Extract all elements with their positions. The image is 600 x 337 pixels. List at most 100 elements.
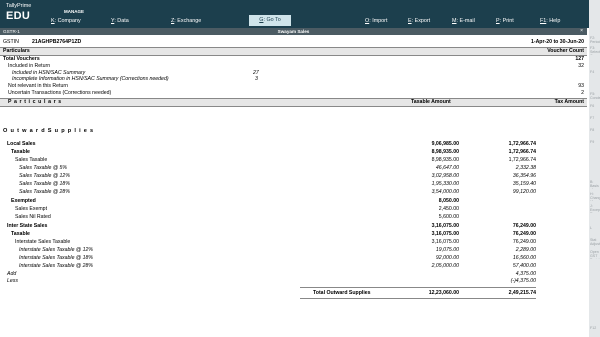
menu-company[interactable]: K: Company [51,18,81,24]
menu-print[interactable]: P: Print [496,18,514,24]
menu-import[interactable]: O: Import [365,18,387,24]
supply-label: Interstate Sales Taxable [15,239,71,245]
supply-row[interactable]: Sales Taxable @ 18% 1,95,330.00 35,159.4… [0,181,587,188]
voucher-label: Included in Return [8,63,51,69]
tax-amount: 1,72,966.74 [508,149,536,155]
voucher-row[interactable]: Uncertain Transactions (Corrections need… [0,90,587,97]
tax-amount: 4,375.00 [515,271,536,277]
taxable-amount: 3,16,075.00 [431,223,459,229]
taxable-amount: 19,075.00 [435,247,459,253]
supply-row[interactable]: Sales Taxable 8,98,935.00 1,72,966.74 [0,157,587,164]
voucher-row[interactable]: Total Vouchers 127 [0,56,587,63]
f9-button[interactable]: F9 [589,140,600,149]
brand-logo: TallyPrime EDU [6,3,31,22]
period-button[interactable]: F2: Period [589,36,600,45]
taxable-amount: 3,16,075.00 [431,231,459,237]
total-tax: 2,49,215.74 [508,290,536,296]
change-view-button[interactable]: H: Change View [589,192,600,201]
supply-label: Sales Taxable [15,157,48,163]
supply-row[interactable]: Less (-)4,375.00 [0,278,587,285]
supply-row[interactable]: Interstate Sales Taxable @ 28% 2,05,000.… [0,263,587,270]
supply-label: Sales Taxable @ 5% [19,165,68,171]
total-label: Total Outward Supplies [313,290,371,296]
menu-export[interactable]: E: Export [408,18,430,24]
supply-row[interactable]: Sales Taxable @ 12% 3,02,958.00 36,354.9… [0,173,587,180]
tax-amount: 16,560.00 [512,255,536,261]
section-title-text: O u t w a r d S u p p l i e s [3,128,94,134]
supply-row[interactable]: Interstate Sales Taxable @ 12% 19,075.00… [0,247,587,254]
taxable-amount: 5,600.00 [438,214,459,220]
tax-amount: 57,400.00 [512,263,536,269]
supply-row[interactable]: Sales Taxable @ 5% 46,647.00 2,332.38 [0,165,587,172]
supply-row[interactable]: Local Sales 9,06,985.00 1,72,966.74 [0,141,587,148]
supply-label: Sales Taxable @ 18% [19,181,70,187]
voucher-value: 32 [578,63,584,69]
l-button[interactable]: L [589,226,600,235]
stat-adjustment-button[interactable]: Stat Adjustment [589,238,600,247]
f12-button[interactable]: F12 [589,326,600,335]
supply-label: Interstate Sales Taxable @ 28% [19,263,93,269]
voucher-row[interactable]: Included in Return 32 [0,63,587,70]
f4-button[interactable]: F4 [589,70,600,79]
voucher-row[interactable]: Not relevant in this Return 93 [0,83,587,90]
voucher-label: Total Vouchers [3,56,40,62]
supply-row[interactable]: Inter State Sales 3,16,075.00 76,249.00 [0,223,587,230]
open-gst-portal-button[interactable]: Open GST Portal [589,250,600,259]
basis-of-values-button[interactable]: B: Basis of Values [589,180,600,189]
supplies-header: P a r t i c u l a r s Taxable Amount Tax… [0,99,587,106]
f8-button[interactable]: F8 [589,128,600,137]
tax-amount: 1,72,966.74 [508,141,536,147]
total-row[interactable]: Total Outward Supplies 12,23,060.00 2,49… [0,290,587,297]
menu-goto[interactable]: G: Go To [249,15,291,26]
supply-row[interactable]: Taxable 8,98,935.00 1,72,966.74 [0,149,587,156]
taxable-amount: 8,050.00 [438,198,459,204]
voucher-row[interactable]: Incomplete Information in HSN/SAC Summar… [0,76,587,83]
taxable-amount: 46,647.00 [435,165,459,171]
menu-email[interactable]: M: E-mail [452,18,475,24]
supply-label: Taxable [11,149,30,155]
f6-button[interactable]: F6 [589,104,600,113]
select-company-button[interactable]: F3: Select Company [589,46,600,55]
supply-label: Interstate Sales Taxable @ 12% [19,247,93,253]
tax-amount: (-)4,375.00 [510,278,536,284]
voucher-label: Uncertain Transactions (Corrections need… [8,90,112,96]
taxable-amount: 8,98,935.00 [431,149,459,155]
taxable-amount: 92,000.00 [435,255,459,261]
supply-row[interactable]: Taxable 3,16,075.00 76,249.00 [0,231,587,238]
f7-button[interactable]: F7 [589,116,600,125]
supply-row[interactable]: Sales Taxable @ 28% 3,54,000.00 99,120.0… [0,189,587,196]
menu-data[interactable]: Y: Data [111,18,129,24]
report-title-bar: GSTR-1 Swayam Sales × [0,28,587,35]
voucher-value: 2 [581,90,584,96]
exception-reports-button[interactable]: J: Exception Reports [589,204,600,213]
divider [0,106,587,107]
supply-row[interactable]: Add 4,375.00 [0,271,587,278]
supply-row[interactable]: Interstate Sales Taxable 3,16,075.00 76,… [0,239,587,246]
divider [300,298,536,299]
voucher-header: Particulars Voucher Count [0,48,587,55]
menu-exchange[interactable]: Z: Exchange [171,18,201,24]
company-name: Swayam Sales [277,29,310,34]
manage-label: MANAGE [64,9,84,14]
taxable-amount: 9,06,985.00 [431,141,459,147]
condensed-button[interactable]: F5: Condensed [589,92,600,101]
tax-amount: 2,289.00 [515,247,536,253]
taxable-amount: 3,16,075.00 [431,239,459,245]
brand-line1: TallyPrime [6,3,32,9]
voucher-count-header: Voucher Count [547,48,584,54]
supply-row[interactable]: Sales Exempt 2,450.00 [0,206,587,213]
taxable-amount: 3,54,000.00 [431,189,459,195]
voucher-label: Not relevant in this Return [8,83,68,89]
tax-amount: 76,249.00 [512,223,536,229]
supply-row[interactable]: Sales Nil Rated 5,600.00 [0,214,587,221]
supply-row[interactable]: Exempted 8,050.00 [0,198,587,205]
menu-help[interactable]: F1: Help [540,18,560,24]
voucher-value: 3 [255,76,258,82]
gstin-label: GSTIN [3,39,19,45]
close-icon[interactable]: × [580,28,583,35]
tax-amount: 35,159.40 [512,181,536,187]
taxable-amount-header: Taxable Amount [411,99,451,105]
supply-row[interactable]: Interstate Sales Taxable @ 18% 92,000.00… [0,255,587,262]
supply-label: Local Sales [7,141,36,147]
period[interactable]: 1-Apr-20 to 30-Jun-20 [531,39,584,46]
